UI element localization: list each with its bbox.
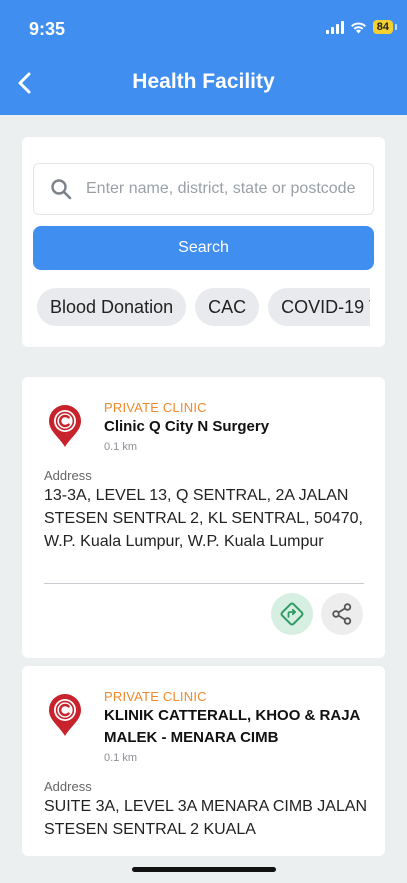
home-indicator	[132, 867, 276, 872]
app-header: 9:35 84 Health Facility	[0, 0, 407, 115]
wifi-icon	[350, 21, 366, 33]
facility-card[interactable]: PRIVATE CLINIC KLINIK CATTERALL, KHOO & …	[22, 666, 385, 856]
facility-name: KLINIK CATTERALL, KHOO & RAJA MALEK - ME…	[104, 707, 360, 746]
facility-address: 13-3A, LEVEL 13, Q SENTRAL, 2A JALAN STE…	[44, 487, 363, 550]
battery-indicator: 84	[372, 20, 398, 34]
card-divider	[44, 583, 364, 584]
search-icon	[51, 179, 72, 200]
chip-covid-19-vaccination[interactable]: COVID-19 Vaccination	[268, 288, 370, 326]
status-icons: 84	[325, 20, 398, 34]
search-field[interactable]	[33, 163, 374, 215]
directions-icon	[280, 602, 304, 626]
category-chip-list: Blood DonationCACCOVID-19 Vaccination	[37, 288, 370, 326]
chip-cac[interactable]: CAC	[195, 288, 260, 326]
share-button[interactable]	[321, 593, 363, 635]
page-title: Health Facility	[132, 70, 275, 93]
search-input[interactable]	[86, 180, 373, 198]
chip-blood-donation[interactable]: Blood Donation	[37, 288, 187, 326]
address-label: Address	[44, 468, 92, 483]
share-icon	[332, 603, 352, 625]
map-pin-icon	[49, 405, 81, 447]
facility-address: SUITE 3A, LEVEL 3A MENARA CIMB JALAN STE…	[44, 798, 368, 838]
facility-type: PRIVATE CLINIC	[104, 689, 207, 704]
directions-button[interactable]	[271, 593, 313, 635]
search-button[interactable]: Search	[33, 226, 374, 270]
facility-name: Clinic Q City N Surgery	[104, 418, 270, 435]
address-label: Address	[44, 779, 92, 794]
status-time: 9:35	[29, 19, 66, 39]
facility-distance: 0.1 km	[104, 441, 138, 453]
map-pin-icon	[49, 694, 81, 736]
cellular-signal-icon	[325, 20, 344, 34]
facility-card[interactable]: PRIVATE CLINIC Clinic Q City N Surgery 0…	[22, 377, 385, 658]
facility-distance: 0.1 km	[104, 752, 138, 764]
search-panel: Search Blood DonationCACCOVID-19 Vaccina…	[22, 137, 385, 347]
facility-type: PRIVATE CLINIC	[104, 400, 207, 415]
